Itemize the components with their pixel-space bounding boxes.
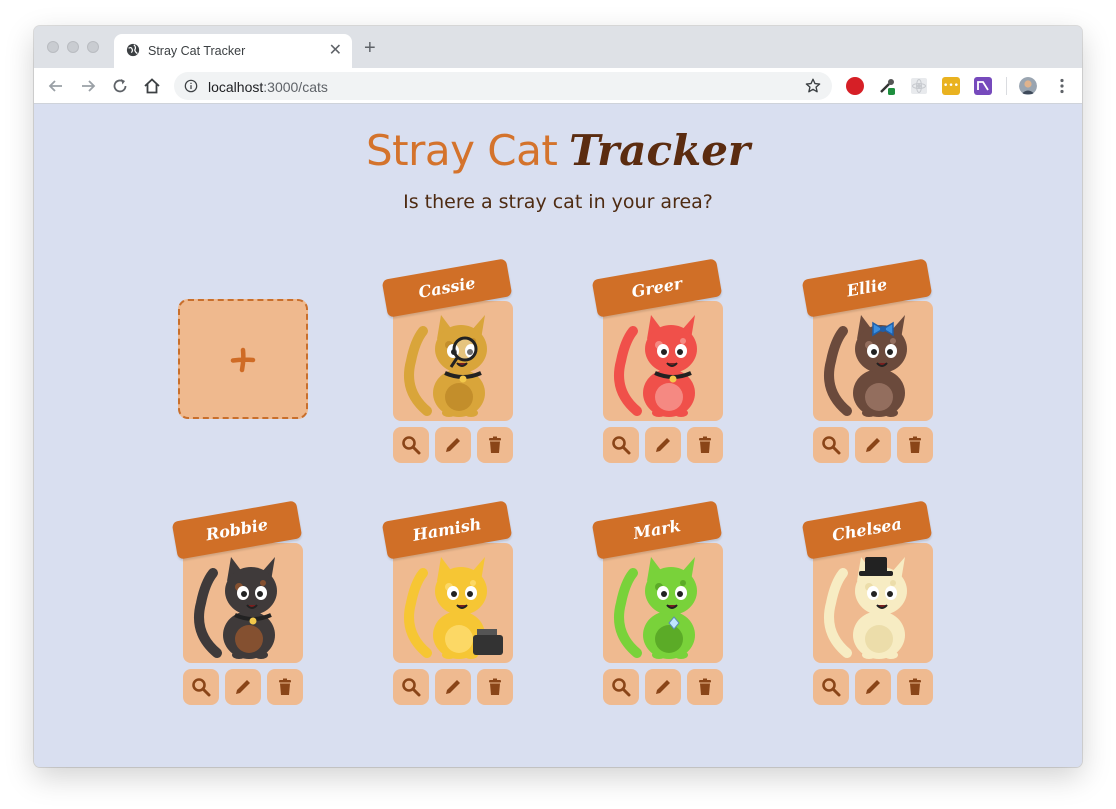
svg-text:•••: •••	[943, 81, 959, 91]
delete-cat-button[interactable]	[687, 427, 723, 463]
cat-card: Mark	[591, 500, 728, 707]
cat-actions	[813, 669, 933, 705]
toolbar-divider	[1006, 77, 1007, 95]
cat-image[interactable]	[813, 301, 933, 421]
cat-card: Ellie	[801, 258, 938, 465]
home-icon[interactable]	[142, 76, 162, 96]
page-subtitle: Is there a stray cat in your area?	[403, 191, 713, 213]
cat-actions	[603, 427, 723, 463]
tab-title: Stray Cat Tracker	[148, 44, 246, 58]
new-tab-button[interactable]: +	[364, 37, 376, 60]
add-cat-button[interactable]	[178, 299, 308, 419]
reload-icon[interactable]	[110, 76, 130, 96]
trash-icon	[489, 678, 501, 695]
trash-icon	[909, 678, 921, 695]
pencil-icon	[656, 438, 670, 452]
view-cat-button[interactable]	[393, 427, 429, 463]
profile-avatar[interactable]	[1019, 77, 1037, 95]
maximize-window-button[interactable]	[87, 41, 99, 53]
cat-image[interactable]	[603, 543, 723, 663]
redux-devtools-extension-icon[interactable]	[974, 77, 992, 95]
plus-icon	[230, 347, 256, 373]
adblock-extension-icon[interactable]	[846, 77, 864, 95]
view-cat-button[interactable]	[813, 669, 849, 705]
view-cat-button[interactable]	[603, 427, 639, 463]
cat-image[interactable]	[603, 301, 723, 421]
minimize-window-button[interactable]	[67, 41, 79, 53]
edit-cat-button[interactable]	[855, 669, 891, 705]
password-extension-icon[interactable]: •••	[942, 77, 960, 95]
forward-icon[interactable]	[78, 76, 98, 96]
browser-tab[interactable]: Stray Cat Tracker ✕	[114, 34, 352, 68]
magnifier-icon	[402, 678, 421, 697]
eyedropper-extension-icon[interactable]	[878, 77, 896, 95]
edit-cat-button[interactable]	[435, 669, 471, 705]
back-icon[interactable]	[46, 76, 66, 96]
delete-cat-button[interactable]	[897, 669, 933, 705]
pencil-icon	[656, 680, 670, 694]
cat-image[interactable]	[183, 543, 303, 663]
tab-bar: Stray Cat Tracker ✕ +	[34, 26, 1082, 68]
trash-icon	[699, 678, 711, 695]
pencil-icon	[236, 680, 250, 694]
cat-actions	[393, 669, 513, 705]
close-window-button[interactable]	[47, 41, 59, 53]
browser-toolbar: localhost:3000/cats •••	[34, 68, 1082, 104]
trash-icon	[489, 436, 501, 453]
site-info-icon[interactable]	[184, 79, 198, 93]
url-text: localhost:3000/cats	[208, 79, 328, 95]
bookmark-star-icon[interactable]	[804, 77, 822, 95]
view-cat-button[interactable]	[813, 427, 849, 463]
magnifier-icon	[822, 678, 841, 697]
magnifier-icon	[402, 436, 421, 455]
delete-cat-button[interactable]	[687, 669, 723, 705]
browser-window: Stray Cat Tracker ✕ + localhost:3000/cat…	[34, 26, 1082, 767]
pencil-icon	[866, 680, 880, 694]
edit-cat-button[interactable]	[645, 669, 681, 705]
view-cat-button[interactable]	[393, 669, 429, 705]
cat-image[interactable]	[393, 543, 513, 663]
cat-card: Robbie	[171, 500, 308, 707]
edit-cat-button[interactable]	[435, 427, 471, 463]
delete-cat-button[interactable]	[477, 669, 513, 705]
cat-actions	[813, 427, 933, 463]
cat-image[interactable]	[813, 543, 933, 663]
trash-icon	[909, 436, 921, 453]
more-menu-icon[interactable]	[1052, 76, 1072, 96]
cat-actions	[183, 669, 303, 705]
page-content: Stray Cat Tracker Is there a stray cat i…	[34, 105, 1082, 767]
magnifier-icon	[192, 678, 211, 697]
view-cat-button[interactable]	[603, 669, 639, 705]
cat-image[interactable]	[393, 301, 513, 421]
edit-cat-button[interactable]	[225, 669, 261, 705]
address-bar[interactable]: localhost:3000/cats	[174, 72, 832, 100]
edit-cat-button[interactable]	[855, 427, 891, 463]
close-tab-icon[interactable]: ✕	[329, 40, 342, 60]
cat-card: Chelsea	[801, 500, 938, 707]
pencil-icon	[866, 438, 880, 452]
view-cat-button[interactable]	[183, 669, 219, 705]
globe-icon	[126, 43, 140, 57]
trash-icon	[279, 678, 291, 695]
trash-icon	[699, 436, 711, 453]
magnifier-icon	[822, 436, 841, 455]
cat-actions	[603, 669, 723, 705]
react-devtools-extension-icon[interactable]	[910, 77, 928, 95]
cat-actions	[393, 427, 513, 463]
cat-card: Cassie	[381, 258, 518, 465]
delete-cat-button[interactable]	[477, 427, 513, 463]
magnifier-icon	[612, 436, 631, 455]
page-title: Stray Cat Tracker	[365, 126, 751, 175]
delete-cat-button[interactable]	[897, 427, 933, 463]
cat-card: Hamish	[381, 500, 518, 707]
pencil-icon	[446, 438, 460, 452]
magnifier-icon	[612, 678, 631, 697]
pencil-icon	[446, 680, 460, 694]
cat-card: Greer	[591, 258, 728, 465]
edit-cat-button[interactable]	[645, 427, 681, 463]
delete-cat-button[interactable]	[267, 669, 303, 705]
